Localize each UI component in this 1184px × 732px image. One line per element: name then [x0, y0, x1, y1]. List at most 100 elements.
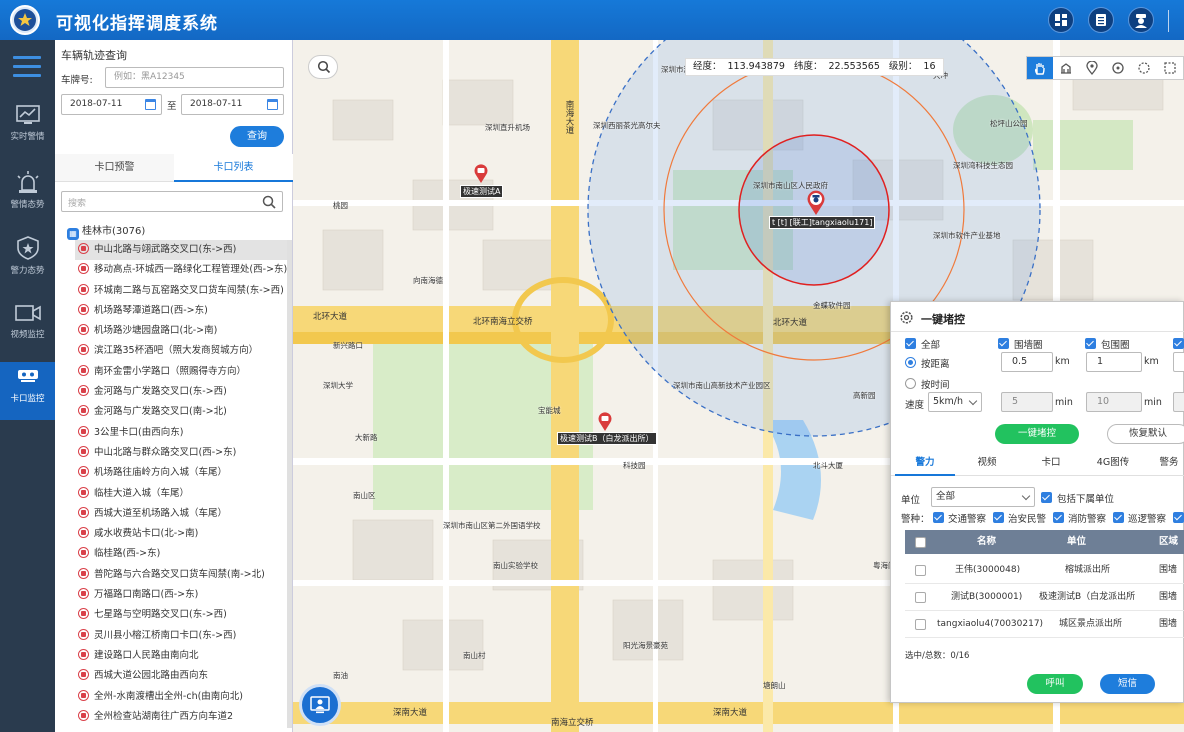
- police-type-checkbox[interactable]: [1113, 512, 1124, 523]
- dashboard-icon[interactable]: [1048, 7, 1074, 33]
- list-item[interactable]: 临桂大道入城（车尾）: [75, 484, 287, 504]
- calendar-icon[interactable]: [267, 99, 278, 110]
- list-scrollbar[interactable]: [287, 240, 292, 728]
- distance-input-1[interactable]: 0.5: [1001, 352, 1053, 372]
- circle-select-icon[interactable]: [1131, 57, 1157, 79]
- video-call-button[interactable]: [299, 684, 341, 726]
- tab-police-force[interactable]: 警力: [895, 450, 955, 476]
- menu-icon[interactable]: [13, 56, 41, 78]
- list-item[interactable]: 西城大道至机场路入城（车尾）: [75, 504, 287, 524]
- extra-checkbox[interactable]: [1173, 338, 1184, 349]
- table-row[interactable]: tangxiaolu4(70030217) 城区景点派出所 围墙: [905, 611, 1184, 638]
- list-item[interactable]: 全州-水南渡槽出全州-ch(由南向北): [75, 687, 287, 707]
- officer-marker-icon[interactable]: [805, 190, 827, 216]
- tab-4g-transmission[interactable]: 4G图传: [1083, 450, 1143, 476]
- distance-input-2[interactable]: 1: [1086, 352, 1142, 372]
- pan-hand-icon[interactable]: [1027, 57, 1053, 79]
- date-from-input[interactable]: 2018-07-11: [61, 94, 162, 115]
- list-item[interactable]: 灵川县小榕江桥南口卡口(东->西): [75, 626, 287, 646]
- unit-select[interactable]: 全部: [931, 487, 1035, 507]
- map-place: 松坪山公园: [990, 119, 1028, 128]
- time-input-2[interactable]: 10: [1086, 392, 1142, 412]
- row-checkbox[interactable]: [915, 592, 926, 603]
- surround-circle-checkbox[interactable]: [1085, 338, 1096, 349]
- rectangle-select-icon[interactable]: [1157, 57, 1183, 79]
- list-item[interactable]: 机场路往庙岭方向入城（车尾）: [75, 463, 287, 483]
- location-pin-icon[interactable]: [1079, 57, 1105, 79]
- list-item[interactable]: 西城大道公园北路由西向东: [75, 666, 287, 686]
- chevron-down-icon: [968, 396, 978, 406]
- list-item[interactable]: 中山北路与群众路交叉口(西->东): [75, 443, 287, 463]
- tab-checkpoint[interactable]: 卡口: [1021, 450, 1081, 476]
- table-row[interactable]: 王伟(3000048) 榕城派出所 围墙: [905, 557, 1184, 584]
- row-checkbox[interactable]: [915, 619, 926, 630]
- nav-item-video-monitor[interactable]: 视频监控: [0, 296, 55, 354]
- nav-item-checkpoint-monitor[interactable]: 卡口监控: [0, 362, 55, 420]
- list-item[interactable]: 南环金雷小学路口（照赐得寺方向）: [75, 362, 287, 382]
- time-input-3[interactable]: [1173, 392, 1184, 412]
- list-item[interactable]: 机场路沙塘园盘路口(北->南): [75, 321, 287, 341]
- list-item[interactable]: 万福路口南路口(西->东): [75, 585, 287, 605]
- distance-input-3[interactable]: [1173, 352, 1184, 372]
- nav-item-realtime-alerts[interactable]: 实时警情: [0, 98, 55, 156]
- list-item[interactable]: 七星路与空明路交叉口(东->西): [75, 605, 287, 625]
- by-time-radio[interactable]: [905, 378, 916, 389]
- sms-button[interactable]: 短信: [1100, 674, 1155, 694]
- date-to-input[interactable]: 2018-07-11: [181, 94, 284, 115]
- select-all-checkbox[interactable]: [915, 537, 926, 548]
- police-type-checkbox[interactable]: [933, 512, 944, 523]
- target-icon[interactable]: [1105, 57, 1131, 79]
- list-item[interactable]: 咸水收费站卡口(北->南): [75, 524, 287, 544]
- checkpoint-marker-icon[interactable]: [597, 412, 613, 432]
- list-item[interactable]: 移动高点-环城西一路绿化工程管理处(西->东): [75, 260, 287, 280]
- map-search-button[interactable]: [308, 55, 338, 79]
- nav-item-police-force[interactable]: 警力态势: [0, 230, 55, 288]
- map-place: 深圳市南山高新技术产业园区: [673, 381, 771, 390]
- list-item[interactable]: 全州检查站湖南往广西方向车道2: [75, 707, 287, 727]
- list-item[interactable]: 建设路口人民路由南向北: [75, 646, 287, 666]
- document-icon[interactable]: [1088, 7, 1114, 33]
- tab-checkpoint-warning[interactable]: 卡口预警: [55, 154, 174, 182]
- speed-select[interactable]: 5km/h: [928, 392, 982, 412]
- query-button[interactable]: 查询: [230, 126, 284, 147]
- list-item[interactable]: 普陀路与六合路交叉口货车闯禁(南->北): [75, 565, 287, 585]
- search-icon[interactable]: [262, 195, 276, 209]
- list-item[interactable]: 金河路与广发路交叉口(南->北): [75, 402, 287, 422]
- wall-circle-checkbox[interactable]: [998, 338, 1009, 349]
- coordinate-readout: 经度： 113.943879 纬度： 22.553565 级别： 16: [685, 58, 944, 76]
- list-item[interactable]: 中山北路与翊武路交叉口(东->西): [75, 240, 287, 261]
- nav-item-alert-situation[interactable]: 警情态势: [0, 164, 55, 222]
- tab-police-affairs[interactable]: 警务: [1139, 450, 1184, 476]
- list-item[interactable]: 临桂路(西->东): [75, 544, 287, 564]
- include-sub-units-checkbox[interactable]: [1041, 492, 1052, 503]
- plate-input[interactable]: 例如：黑A12345: [105, 67, 284, 88]
- calendar-icon[interactable]: [145, 99, 156, 110]
- police-type-checkbox[interactable]: [993, 512, 1004, 523]
- list-item[interactable]: 3公里卡口(由西向东): [75, 423, 287, 443]
- marker-label: 极速测试A: [460, 185, 504, 198]
- by-distance-radio[interactable]: [905, 357, 916, 368]
- list-item[interactable]: 环城南二路与瓦窑路交叉口货车闯禁(东->西): [75, 281, 287, 301]
- row-area: 围墙: [1159, 592, 1178, 602]
- table-row[interactable]: 测试B(3000001) 极速测试B（白龙派出所 围墙: [905, 584, 1184, 611]
- tab-checkpoint-list[interactable]: 卡口列表: [174, 154, 293, 182]
- one-key-control-button[interactable]: 一键堵控: [995, 424, 1079, 444]
- police-type-checkbox[interactable]: [1173, 512, 1184, 523]
- time-input-1[interactable]: 5: [1001, 392, 1053, 412]
- tree-root[interactable]: ▦ 桂林市(3076): [67, 222, 145, 240]
- map-place: 塘朗山: [763, 681, 786, 690]
- nav-label: 卡口监控: [10, 394, 45, 404]
- checkpoint-search-input[interactable]: 搜索: [61, 191, 283, 212]
- call-button[interactable]: 呼叫: [1027, 674, 1083, 694]
- tab-video[interactable]: 视频: [957, 450, 1017, 476]
- officer-avatar-icon[interactable]: [1128, 7, 1154, 33]
- building-icon[interactable]: [1053, 57, 1079, 79]
- checkpoint-marker-icon[interactable]: [473, 164, 489, 184]
- police-type-checkbox[interactable]: [1053, 512, 1064, 523]
- reset-default-button[interactable]: 恢复默认: [1107, 424, 1184, 444]
- list-item[interactable]: 滨江路35杯酒吧（照大发商贸城方向）: [75, 341, 287, 361]
- row-checkbox[interactable]: [915, 565, 926, 576]
- list-item[interactable]: 金河路与广发路交叉口(东->西): [75, 382, 287, 402]
- all-checkbox[interactable]: [905, 338, 916, 349]
- list-item[interactable]: 机场路琴潭道路口(西->东): [75, 301, 287, 321]
